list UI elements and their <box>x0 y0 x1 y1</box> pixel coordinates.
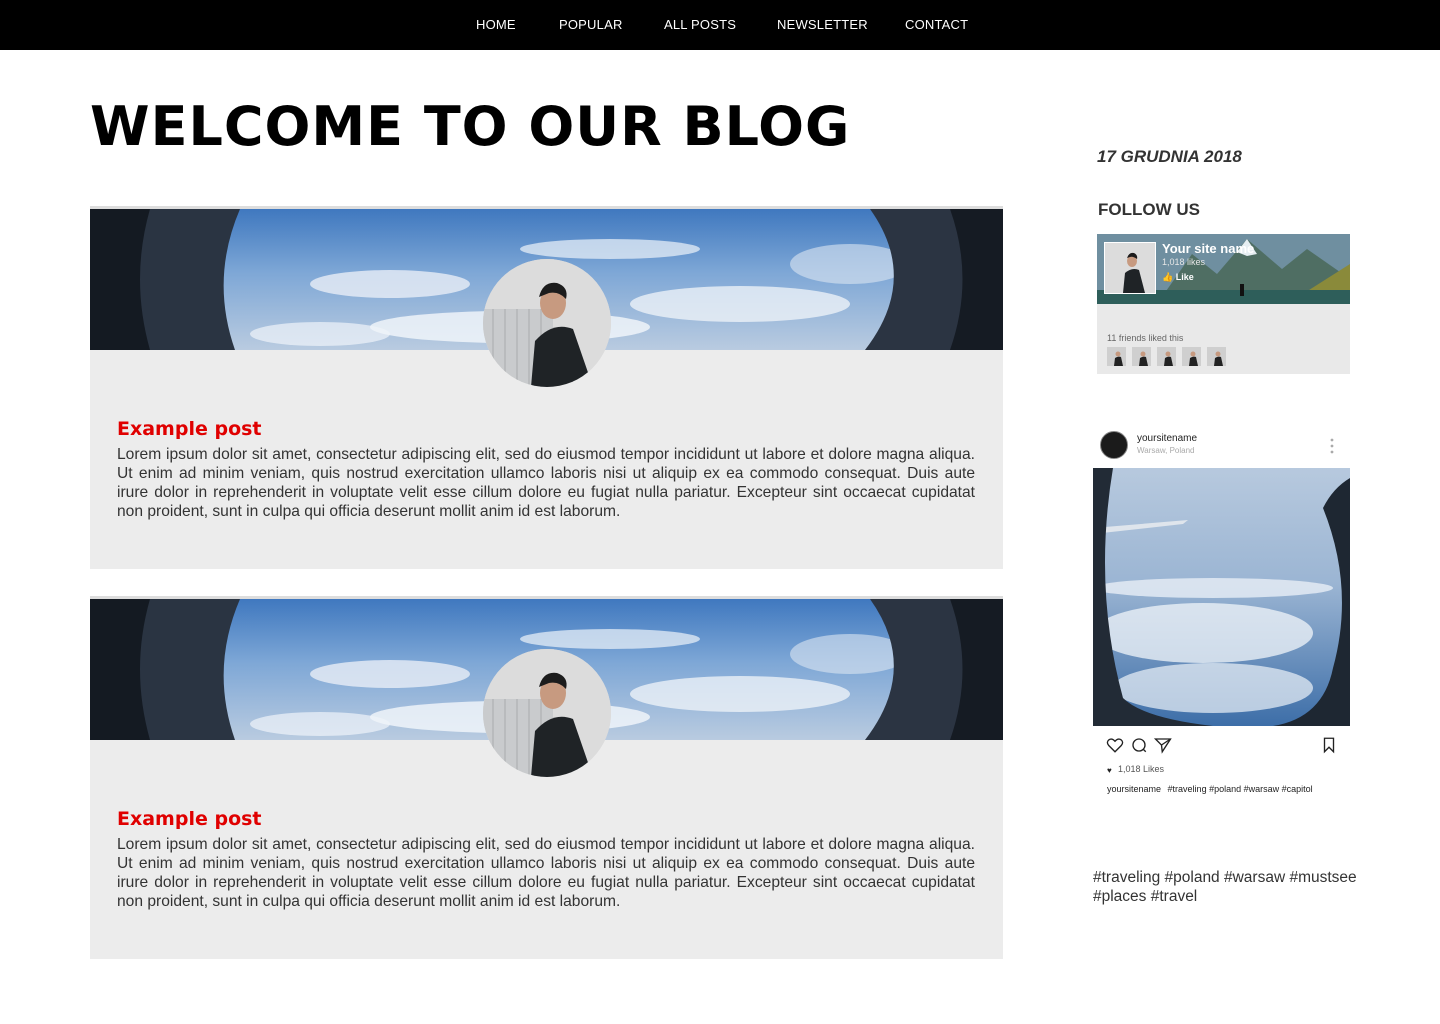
post-title[interactable]: Example post <box>117 808 262 830</box>
instagram-likes-count: 1,018 Likes <box>1118 764 1165 774</box>
instagram-post-widget: yoursitename Warsaw, Poland ♥ 1,018 Like… <box>1093 428 1350 808</box>
comment-icon[interactable] <box>1130 736 1148 754</box>
instagram-avatar[interactable] <box>1100 431 1128 459</box>
instagram-caption-tags: #traveling #poland #warsaw #capitol <box>1167 784 1313 794</box>
top-navigation: HOME POPULAR ALL POSTS NEWSLETTER CONTAC… <box>0 0 1440 50</box>
friend-avatar[interactable] <box>1157 347 1176 366</box>
friend-avatar[interactable] <box>1132 347 1151 366</box>
date-label: 17 GRUDNIA 2018 <box>1097 147 1242 166</box>
nav-all-posts-link[interactable]: ALL POSTS <box>664 17 736 32</box>
post-title[interactable]: Example post <box>117 418 262 440</box>
facebook-like-button[interactable]: 👍 Like <box>1162 272 1194 283</box>
friend-avatar[interactable] <box>1107 347 1126 366</box>
nav-home-link[interactable]: HOME <box>476 17 516 32</box>
author-avatar[interactable] <box>483 649 611 777</box>
facebook-page-widget[interactable]: Your site name 1,018 likes 👍 Like 11 fri… <box>1097 234 1350 374</box>
more-icon[interactable] <box>1329 438 1335 454</box>
bookmark-icon[interactable] <box>1320 736 1338 754</box>
facebook-page-avatar[interactable] <box>1104 242 1156 294</box>
author-avatar[interactable] <box>483 259 611 387</box>
post-excerpt: Lorem ipsum dolor sit amet, consectetur … <box>117 446 975 520</box>
thumbs-up-icon: 👍 <box>1162 272 1174 282</box>
facebook-like-label: Like <box>1175 272 1194 282</box>
nav-newsletter-link[interactable]: NEWSLETTER <box>777 17 868 32</box>
friend-avatar[interactable] <box>1207 347 1226 366</box>
share-icon[interactable] <box>1153 736 1172 754</box>
instagram-location[interactable]: Warsaw, Poland <box>1137 446 1195 455</box>
post-card[interactable]: Example post Lorem ipsum dolor sit amet,… <box>90 206 1003 569</box>
instagram-caption: yoursitename #traveling #poland #warsaw … <box>1107 784 1313 794</box>
follow-us-heading: FOLLOW US <box>1098 200 1200 219</box>
nav-popular-link[interactable]: POPULAR <box>559 17 623 32</box>
tags-list[interactable]: #traveling #poland #warsaw #mustsee #pla… <box>1093 868 1383 906</box>
page-title: WELCOME TO OUR BLOG <box>90 95 851 158</box>
instagram-caption-user[interactable]: yoursitename <box>1107 784 1161 794</box>
post-excerpt: Lorem ipsum dolor sit amet, consectetur … <box>117 836 975 910</box>
instagram-username[interactable]: yoursitename <box>1137 433 1197 444</box>
heart-icon[interactable] <box>1106 736 1124 754</box>
instagram-post-image[interactable] <box>1093 468 1350 726</box>
friend-avatar[interactable] <box>1182 347 1201 366</box>
facebook-friends-text: 11 friends liked this <box>1107 333 1184 343</box>
facebook-page-name[interactable]: Your site name <box>1162 241 1254 256</box>
heart-small-icon: ♥ <box>1107 766 1112 775</box>
post-card[interactable]: Example post Lorem ipsum dolor sit amet,… <box>90 596 1003 959</box>
facebook-likes-count: 1,018 likes <box>1162 257 1206 267</box>
nav-contact-link[interactable]: CONTACT <box>905 17 968 32</box>
